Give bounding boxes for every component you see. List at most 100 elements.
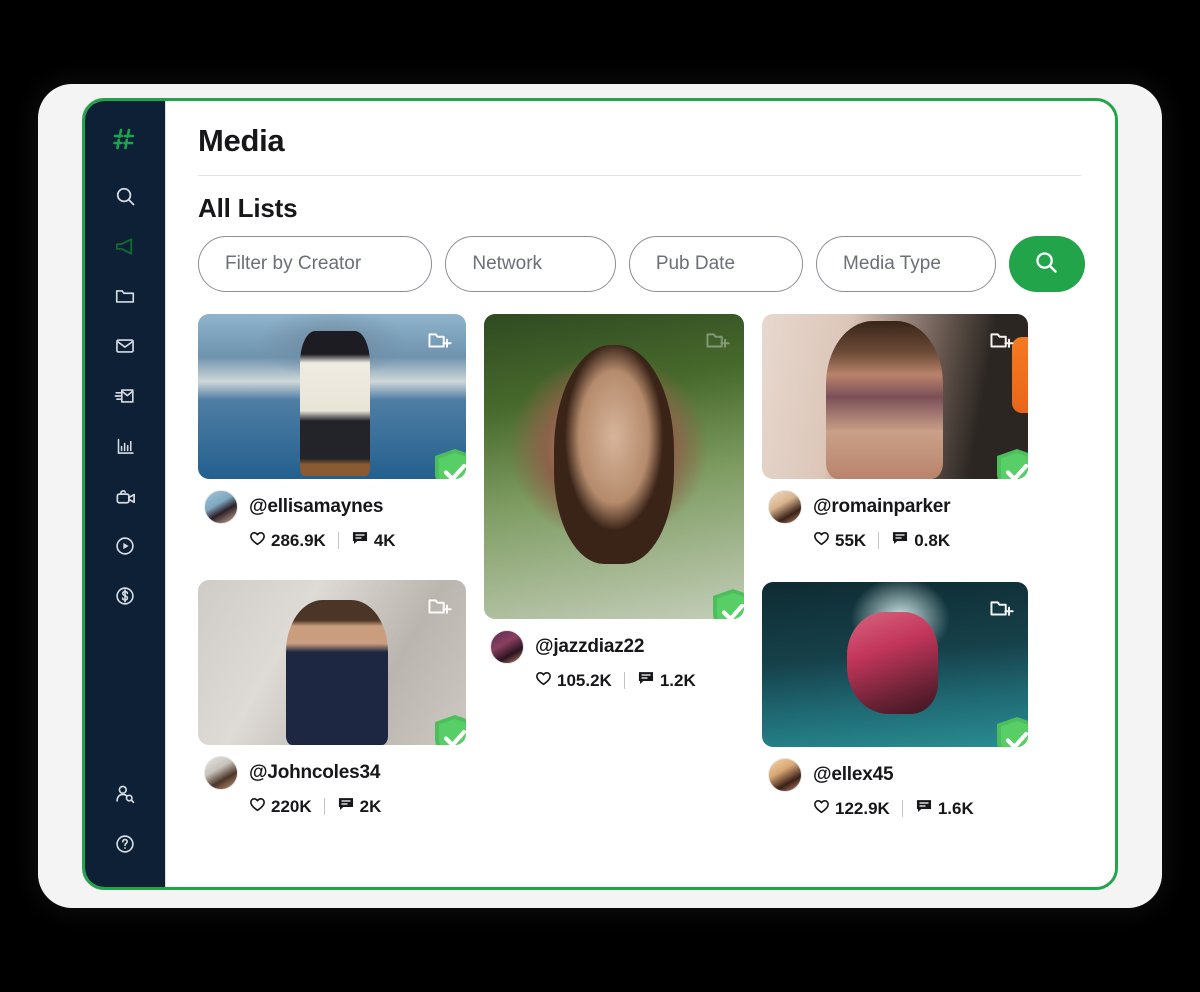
- creator-row[interactable]: @ellex45: [768, 758, 1028, 792]
- folder-add-icon[interactable]: [426, 593, 452, 624]
- media-thumbnail[interactable]: [762, 314, 1028, 479]
- comment-stat: 2K: [337, 795, 382, 818]
- engagement-stats: 286.9K 4K: [204, 529, 466, 552]
- like-stat: 105.2K: [535, 670, 612, 692]
- folder-add-icon[interactable]: [988, 327, 1014, 358]
- stat-divider: [337, 532, 339, 549]
- comment-icon: [351, 529, 369, 552]
- section-title: All Lists: [198, 193, 298, 223]
- search-button[interactable]: [1008, 236, 1085, 292]
- media-thumbnail[interactable]: [198, 314, 466, 479]
- sidebar-item-video[interactable]: [104, 475, 146, 517]
- engagement-stats: 220K 2K: [204, 795, 466, 818]
- media-card[interactable]: @ellex45 122.9K 1.6K: [762, 582, 1028, 820]
- stat-divider: [878, 532, 880, 549]
- creator-handle[interactable]: @romainparker: [813, 496, 951, 518]
- comment-icon: [637, 669, 655, 692]
- media-card[interactable]: @jazzdiaz22 105.2K 1.2K: [484, 314, 744, 692]
- media-type-filter-select[interactable]: Media Type: [816, 236, 996, 292]
- avatar: [768, 758, 802, 792]
- creator-row[interactable]: @ellisamaynes: [204, 490, 466, 524]
- sidebar-item-analytics[interactable]: [104, 425, 146, 467]
- creator-row[interactable]: @romainparker: [768, 490, 1028, 524]
- sidebar-item-billing[interactable]: [104, 575, 146, 617]
- sidebar-item-find-creators[interactable]: [104, 773, 146, 815]
- creator-handle[interactable]: @ellex45: [813, 764, 894, 786]
- media-card-meta: @ellisamaynes 286.9K 4K: [198, 479, 466, 552]
- media-thumbnail[interactable]: [198, 580, 466, 745]
- comment-icon: [337, 795, 355, 818]
- media-card-meta: @Johncoles34 220K 2K: [198, 745, 466, 818]
- engagement-stats: 55K 0.8K: [768, 529, 1028, 552]
- heart-icon: [813, 530, 830, 552]
- comment-count: 0.8K: [914, 530, 951, 550]
- media-thumbnail[interactable]: [762, 582, 1028, 747]
- like-stat: 286.9K: [249, 530, 326, 552]
- comment-stat: 4K: [351, 529, 396, 552]
- sidebar-item-send-mail[interactable]: [104, 375, 146, 417]
- grid-column-right: @romainparker 55K 0.8K @ellex45 122.9K 1…: [762, 314, 1028, 820]
- media-photo: [484, 314, 744, 619]
- folder-add-icon[interactable]: [988, 595, 1014, 626]
- like-stat: 220K: [249, 796, 312, 818]
- verified-shield-icon: [432, 713, 466, 745]
- comment-stat: 1.6K: [915, 797, 974, 820]
- stat-divider: [323, 798, 325, 815]
- heart-icon: [813, 798, 830, 820]
- verified-shield-icon: [710, 587, 744, 619]
- verified-shield-icon: [994, 447, 1028, 479]
- engagement-stats: 105.2K 1.2K: [490, 669, 744, 692]
- folder-add-icon[interactable]: [704, 327, 730, 358]
- filter-by-creator-input[interactable]: Filter by Creator: [198, 236, 433, 292]
- media-thumbnail[interactable]: [484, 314, 744, 619]
- creator-row[interactable]: @jazzdiaz22: [490, 630, 744, 664]
- heart-icon: [535, 670, 552, 692]
- sidebar-item-search[interactable]: [104, 175, 146, 217]
- avatar: [490, 630, 524, 664]
- network-filter-select[interactable]: Network: [445, 236, 616, 292]
- media-card-meta: @romainparker 55K 0.8K: [762, 479, 1028, 552]
- media-card[interactable]: @ellisamaynes 286.9K 4K: [198, 314, 466, 552]
- filter-bar: Filter by Creator Network Pub Date Media…: [198, 236, 1085, 292]
- sidebar-item-campaigns[interactable]: [104, 225, 146, 267]
- search-icon: [1033, 249, 1060, 279]
- hashtag-logo-icon[interactable]: [104, 119, 146, 161]
- media-card-grid: @ellisamaynes 286.9K 4K @Johncoles34 220…: [198, 314, 1085, 820]
- main-content: Media All Lists Filter by Creator Networ…: [166, 101, 1115, 887]
- verified-shield-icon: [432, 447, 466, 479]
- pub-date-filter-select[interactable]: Pub Date: [628, 236, 804, 292]
- media-card-meta: @ellex45 122.9K 1.6K: [762, 747, 1028, 820]
- sidebar-item-folders[interactable]: [104, 275, 146, 317]
- sidebar: [85, 101, 166, 887]
- creator-handle[interactable]: @Johncoles34: [249, 762, 380, 784]
- heart-icon: [249, 530, 266, 552]
- comment-stat: 1.2K: [637, 669, 696, 692]
- comment-icon: [891, 529, 909, 552]
- heart-icon: [249, 796, 266, 818]
- stat-divider: [901, 800, 903, 817]
- avatar: [204, 490, 238, 524]
- device-frame: Media All Lists Filter by Creator Networ…: [38, 84, 1162, 908]
- avatar: [768, 490, 802, 524]
- creator-row[interactable]: @Johncoles34: [204, 756, 466, 790]
- like-count: 220K: [271, 796, 312, 816]
- verified-shield-icon: [994, 715, 1028, 747]
- creator-handle[interactable]: @jazzdiaz22: [535, 636, 644, 658]
- stat-divider: [623, 672, 625, 689]
- comment-stat: 0.8K: [891, 529, 950, 552]
- creator-handle[interactable]: @ellisamaynes: [249, 496, 383, 518]
- app-window: Media All Lists Filter by Creator Networ…: [82, 98, 1118, 890]
- sidebar-item-media-player[interactable]: [104, 525, 146, 567]
- media-card[interactable]: @romainparker 55K 0.8K: [762, 314, 1028, 552]
- like-count: 55K: [835, 530, 867, 550]
- like-count: 286.9K: [271, 530, 326, 550]
- comment-count: 1.2K: [659, 670, 696, 690]
- media-card[interactable]: @Johncoles34 220K 2K: [198, 580, 466, 818]
- folder-add-icon[interactable]: [426, 327, 452, 358]
- sidebar-item-inbox[interactable]: [104, 325, 146, 367]
- comment-count: 4K: [373, 530, 396, 550]
- comment-count: 2K: [359, 796, 382, 816]
- like-count: 122.9K: [835, 798, 890, 818]
- sidebar-item-help[interactable]: [104, 823, 146, 865]
- title-divider: [198, 175, 1081, 176]
